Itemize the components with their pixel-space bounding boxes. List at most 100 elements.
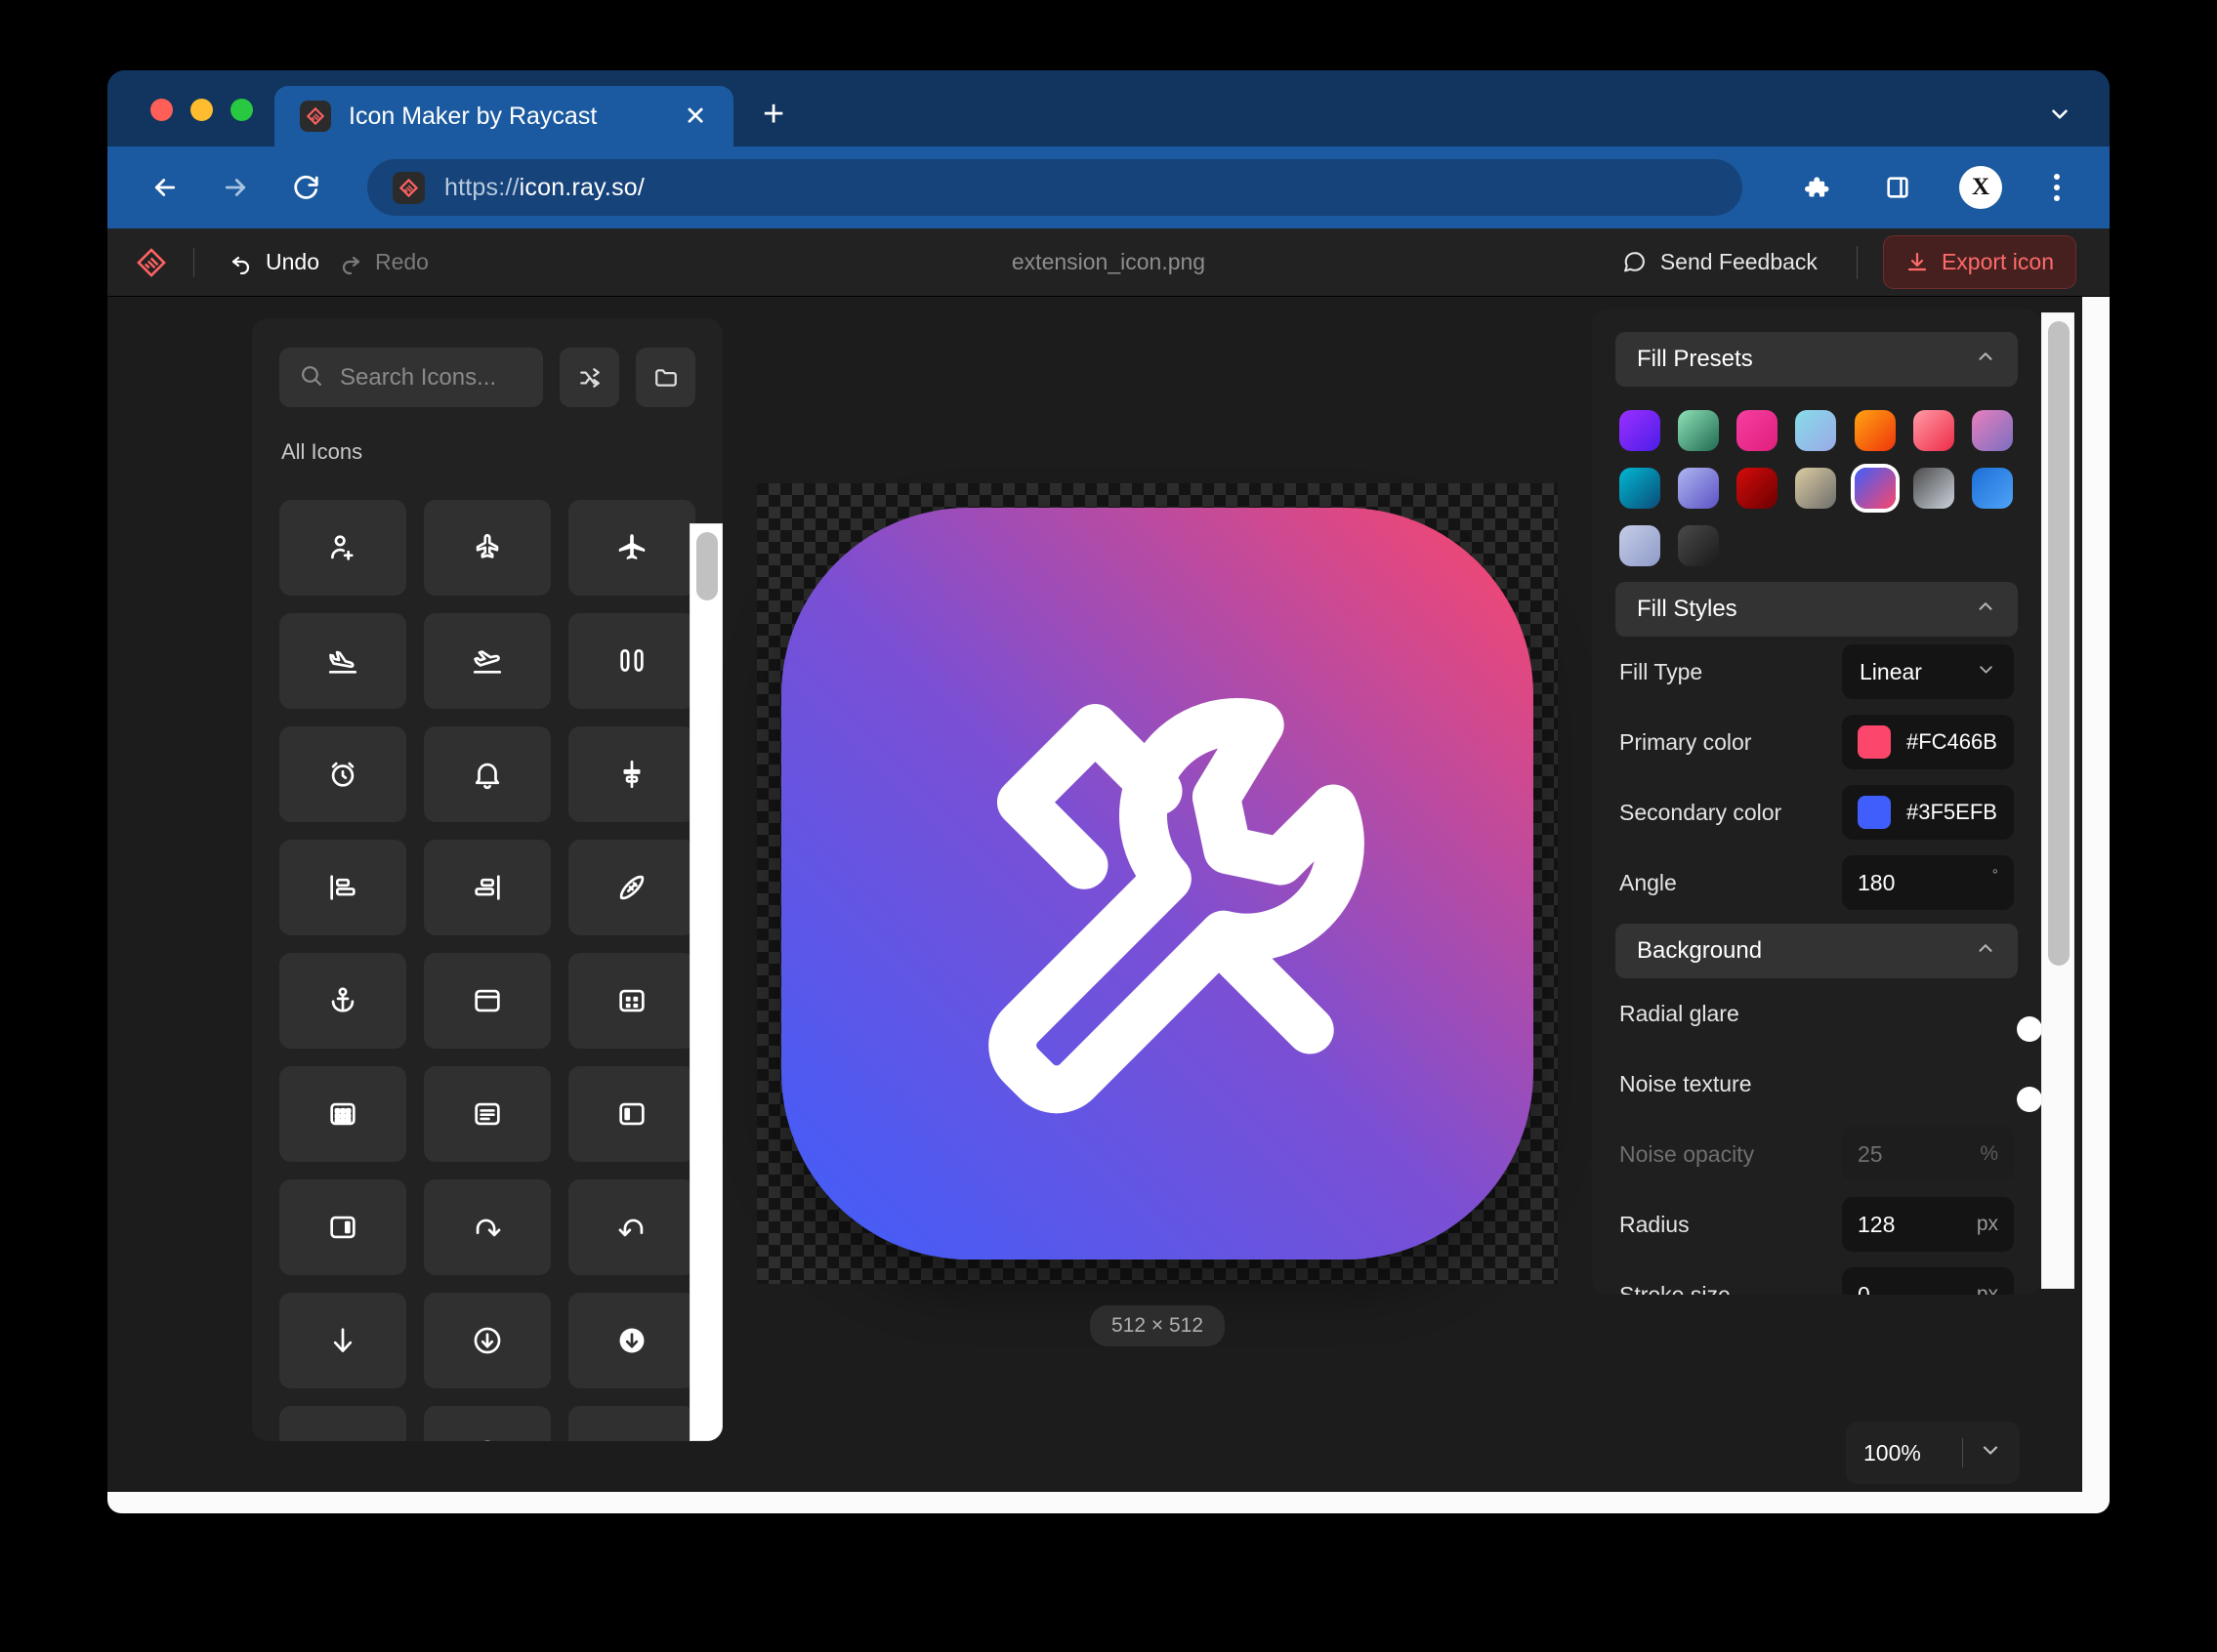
fill-preset-swatch[interactable] xyxy=(1971,468,2013,509)
icon-cell-arrow-down[interactable] xyxy=(279,1293,406,1388)
icon-cell-american-football[interactable] xyxy=(568,840,695,935)
tab-close-icon[interactable]: ✕ xyxy=(679,103,712,130)
icon-panel-scrollbar[interactable] xyxy=(690,523,723,1441)
secondary-color-input[interactable]: #3F5EFB xyxy=(1842,785,2014,840)
folder-icon[interactable] xyxy=(636,348,695,407)
icon-grid-scroll-area[interactable] xyxy=(252,500,723,1441)
fill-preset-swatch-selected[interactable] xyxy=(1854,468,1896,509)
fill-preset-swatch[interactable] xyxy=(1619,410,1660,451)
fill-preset-swatch[interactable] xyxy=(1678,410,1720,451)
page-scrollbar[interactable] xyxy=(2082,297,2110,1513)
icon-cell-app-window-sidebar-right[interactable] xyxy=(279,1179,406,1275)
fill-preset-swatch[interactable] xyxy=(1795,410,1837,451)
shuffle-icon[interactable] xyxy=(560,348,619,407)
icon-cell-anchor[interactable] xyxy=(279,953,406,1049)
icon-preview[interactable] xyxy=(781,508,1533,1260)
zoom-divider xyxy=(1962,1438,1963,1467)
noise-opacity-input[interactable]: 25 % xyxy=(1842,1127,2014,1181)
settings-panel-scrollbar[interactable] xyxy=(2041,312,2074,1289)
fill-presets-header[interactable]: Fill Presets xyxy=(1615,332,2018,387)
icon-cell-arrow-left-circle[interactable] xyxy=(424,1406,551,1441)
icon-cell-arrow-down-circle-filled[interactable] xyxy=(568,1293,695,1388)
raycast-logo-icon[interactable] xyxy=(135,246,168,279)
icon-cell-airplane-cross[interactable] xyxy=(424,500,551,596)
icon-cell-align-right[interactable] xyxy=(424,840,551,935)
fill-styles-header[interactable]: Fill Styles xyxy=(1615,582,2018,637)
search-input[interactable] xyxy=(340,363,523,392)
side-panel-icon[interactable] xyxy=(1875,165,1920,210)
icon-cell-app-window-sidebar-left[interactable] xyxy=(568,1066,695,1162)
tab-list-chevron-down-icon[interactable] xyxy=(2047,102,2072,127)
radius-input[interactable]: 128 px xyxy=(1842,1197,2014,1252)
icon-cell-add-person[interactable] xyxy=(279,500,406,596)
icon-cell-alert-bell[interactable] xyxy=(424,726,551,822)
forward-icon[interactable] xyxy=(213,165,258,210)
fill-presets-title: Fill Presets xyxy=(1637,346,1753,372)
icon-cell-arrow-left-circle-filled[interactable] xyxy=(568,1406,695,1441)
icon-cell-app-window[interactable] xyxy=(424,953,551,1049)
stroke-size-unit: px xyxy=(1976,1283,1998,1295)
undo-label: Undo xyxy=(266,249,319,274)
fill-type-select[interactable]: Linear xyxy=(1842,644,2014,699)
settings-panel-scrollbar-thumb[interactable] xyxy=(2048,321,2070,966)
browser-tab[interactable]: Icon Maker by Raycast ✕ xyxy=(274,86,733,146)
secondary-color-label: Secondary color xyxy=(1619,799,1782,825)
close-window-button[interactable] xyxy=(150,99,173,121)
address-bar[interactable]: https://icon.ray.so/ xyxy=(367,159,1742,216)
icon-cell-arrow-left[interactable] xyxy=(279,1406,406,1441)
fill-preset-swatch[interactable] xyxy=(1736,410,1778,451)
icon-cell-alarm-clock[interactable] xyxy=(279,726,406,822)
primary-color-input[interactable]: #FC466B xyxy=(1842,715,2014,769)
fill-preset-swatch[interactable] xyxy=(1678,468,1720,509)
export-icon-button[interactable]: Export icon xyxy=(1882,235,2076,289)
secondary-color-swatch[interactable] xyxy=(1858,796,1891,829)
fill-preset-swatch[interactable] xyxy=(1912,410,1954,451)
fill-preset-swatch[interactable] xyxy=(1619,525,1660,566)
icon-cell-arrow-down-circle[interactable] xyxy=(424,1293,551,1388)
fill-preset-swatch[interactable] xyxy=(1678,525,1720,566)
url-text: https://icon.ray.so/ xyxy=(444,174,645,202)
browser-menu-icon[interactable] xyxy=(2037,174,2076,201)
maximize-window-button[interactable] xyxy=(230,99,253,121)
reload-icon[interactable] xyxy=(283,165,328,210)
extensions-puzzle-icon[interactable] xyxy=(1793,165,1838,210)
minimize-window-button[interactable] xyxy=(190,99,213,121)
icon-cell-airpods[interactable] xyxy=(568,613,695,709)
back-icon[interactable] xyxy=(143,165,188,210)
send-feedback-button[interactable]: Send Feedback xyxy=(1609,241,1831,283)
angle-input[interactable]: 180 ° xyxy=(1842,855,2014,910)
icon-cell-align-left[interactable] xyxy=(279,840,406,935)
fill-preset-swatch[interactable] xyxy=(1795,468,1837,509)
icon-search-row xyxy=(252,318,723,407)
redo-button[interactable]: Redo xyxy=(329,243,439,281)
icon-cell-app-window-grid-2x2[interactable] xyxy=(568,953,695,1049)
stroke-size-input[interactable]: 0 px xyxy=(1842,1267,2014,1295)
angle-unit: ° xyxy=(1991,867,1998,884)
background-header[interactable]: Background xyxy=(1615,924,2018,978)
zoom-control[interactable]: 100% xyxy=(1846,1422,2020,1484)
fill-preset-swatch[interactable] xyxy=(1736,468,1778,509)
undo-button[interactable]: Undo xyxy=(220,243,329,281)
chevron-down-icon[interactable] xyxy=(1979,1438,2002,1467)
zoom-value: 100% xyxy=(1863,1439,1921,1466)
noise-texture-label: Noise texture xyxy=(1619,1070,1752,1096)
new-tab-button[interactable]: + xyxy=(763,96,784,146)
site-favicon-icon xyxy=(393,171,425,204)
fill-preset-swatch[interactable] xyxy=(1971,410,2013,451)
icon-cell-airplane[interactable] xyxy=(568,500,695,596)
icon-cell-arrow-clockwise[interactable] xyxy=(424,1179,551,1275)
wrench-screwdriver-icon xyxy=(988,698,1364,1114)
fill-preset-swatch[interactable] xyxy=(1912,468,1954,509)
icon-cell-app-window-list[interactable] xyxy=(424,1066,551,1162)
icon-panel-scrollbar-thumb[interactable] xyxy=(696,532,718,600)
profile-avatar[interactable]: X xyxy=(1959,166,2002,209)
fill-preset-swatch[interactable] xyxy=(1619,468,1660,509)
icon-cell-airplane-landing[interactable] xyxy=(279,613,406,709)
icon-cell-airplane-takeoff[interactable] xyxy=(424,613,551,709)
icon-cell-align-centre[interactable] xyxy=(568,726,695,822)
icon-cell-app-window-grid-3x3[interactable] xyxy=(279,1066,406,1162)
fill-preset-swatch[interactable] xyxy=(1854,410,1896,451)
primary-color-swatch[interactable] xyxy=(1858,725,1891,759)
search-input-wrapper[interactable] xyxy=(279,348,543,407)
icon-cell-arrow-counter-clockwise[interactable] xyxy=(568,1179,695,1275)
